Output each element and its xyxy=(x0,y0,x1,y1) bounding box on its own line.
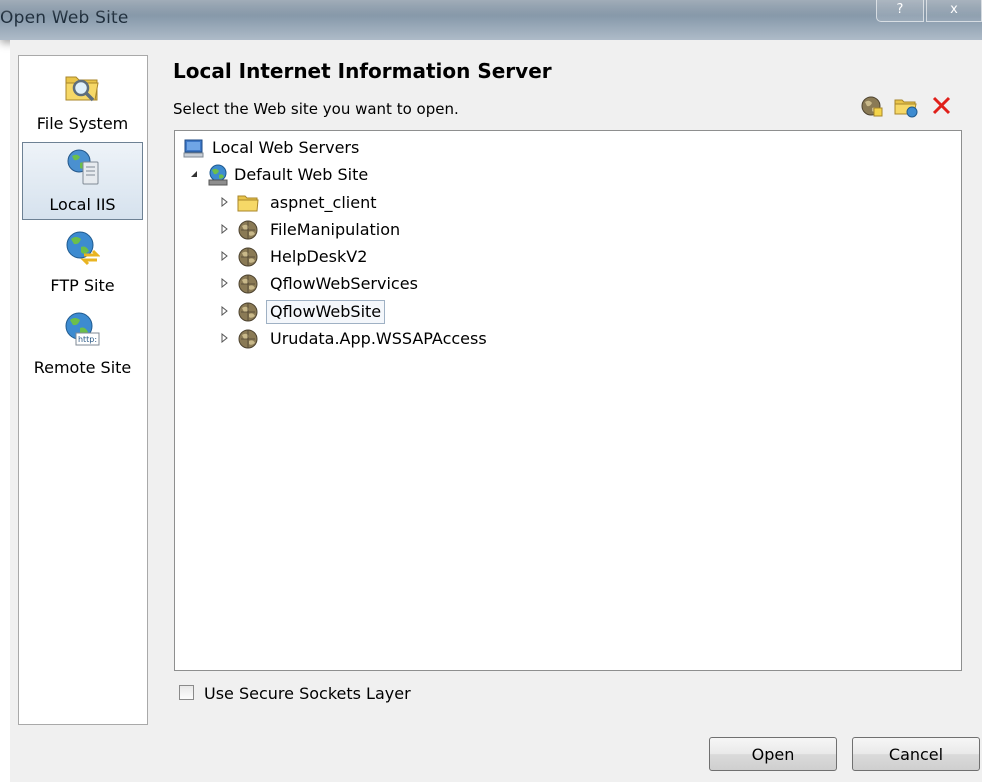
computer-icon xyxy=(183,139,204,158)
help-icon: ? xyxy=(896,2,904,17)
help-button[interactable]: ? xyxy=(876,0,924,22)
expand-arrow-icon[interactable] xyxy=(220,197,230,207)
web-app-icon xyxy=(238,302,258,322)
new-web-application-icon xyxy=(861,96,883,117)
expand-arrow-icon[interactable] xyxy=(220,251,230,261)
web-app-icon xyxy=(238,329,258,349)
sidebar-item-label: FTP Site xyxy=(50,276,115,295)
tree-node-label: Default Web Site xyxy=(234,165,369,184)
open-button[interactable]: Open xyxy=(709,737,837,771)
sidebar-item-remote-site[interactable]: http: Remote Site xyxy=(22,306,143,384)
expand-arrow-icon[interactable] xyxy=(220,306,230,316)
expand-arrow-icon[interactable] xyxy=(220,333,230,343)
ftp-globe-icon xyxy=(66,231,100,266)
delete-icon xyxy=(932,96,951,115)
expand-arrow-icon[interactable] xyxy=(220,278,230,288)
ssl-checkbox[interactable] xyxy=(179,685,194,700)
create-web-application-button[interactable] xyxy=(859,93,885,119)
sidebar-item-label: Remote Site xyxy=(33,358,132,377)
sidebar-item-ftp-site[interactable]: FTP Site xyxy=(22,224,143,302)
folder-icon xyxy=(237,195,259,212)
new-virtual-directory-icon xyxy=(894,99,918,118)
tree-node-label: Local Web Servers xyxy=(212,138,360,157)
local-iis-icon xyxy=(67,149,99,185)
close-button[interactable]: x xyxy=(926,0,982,22)
web-app-icon xyxy=(238,247,258,267)
tree-node-label: QflowWebSite xyxy=(266,300,386,324)
sidebar-item-local-iis[interactable]: Local IIS xyxy=(22,142,143,220)
http-globe-icon: http: xyxy=(65,312,100,346)
globe-server-icon xyxy=(208,164,228,186)
title-bar: Open Web Site ? x xyxy=(0,0,982,40)
delete-button[interactable] xyxy=(929,93,955,119)
folder-search-icon xyxy=(65,76,99,102)
ssl-checkbox-label[interactable]: Use Secure Sockets Layer xyxy=(204,684,411,703)
sidebar-item-label: Local IIS xyxy=(49,195,116,214)
tree-node-label: HelpDeskV2 xyxy=(270,247,368,266)
window-title: Open Web Site xyxy=(0,8,129,28)
web-site-tree[interactable]: Local Web Servers Default Web Site aspne… xyxy=(174,130,962,671)
svg-text:http:: http: xyxy=(78,335,97,344)
collapse-arrow-icon[interactable] xyxy=(189,169,199,179)
location-sidebar: File System Local IIS FTP Site http: Rem… xyxy=(18,55,148,725)
web-app-icon xyxy=(238,274,258,294)
tree-node-label: QflowWebServices xyxy=(270,274,418,293)
tree-node-label: aspnet_client xyxy=(270,193,377,212)
web-app-icon xyxy=(238,220,258,240)
cancel-button[interactable]: Cancel xyxy=(852,737,980,771)
close-icon: x xyxy=(950,2,958,17)
instruction-text: Select the Web site you want to open. xyxy=(173,100,459,118)
expand-arrow-icon[interactable] xyxy=(220,224,230,234)
sidebar-item-label: File System xyxy=(36,114,129,133)
create-virtual-directory-button[interactable] xyxy=(893,93,919,119)
page-title: Local Internet Information Server xyxy=(173,59,552,83)
tree-node-label: Urudata.App.WSSAPAccess xyxy=(270,329,487,348)
tree-node-label: FileManipulation xyxy=(270,220,401,239)
sidebar-item-file-system[interactable]: File System xyxy=(22,62,143,140)
